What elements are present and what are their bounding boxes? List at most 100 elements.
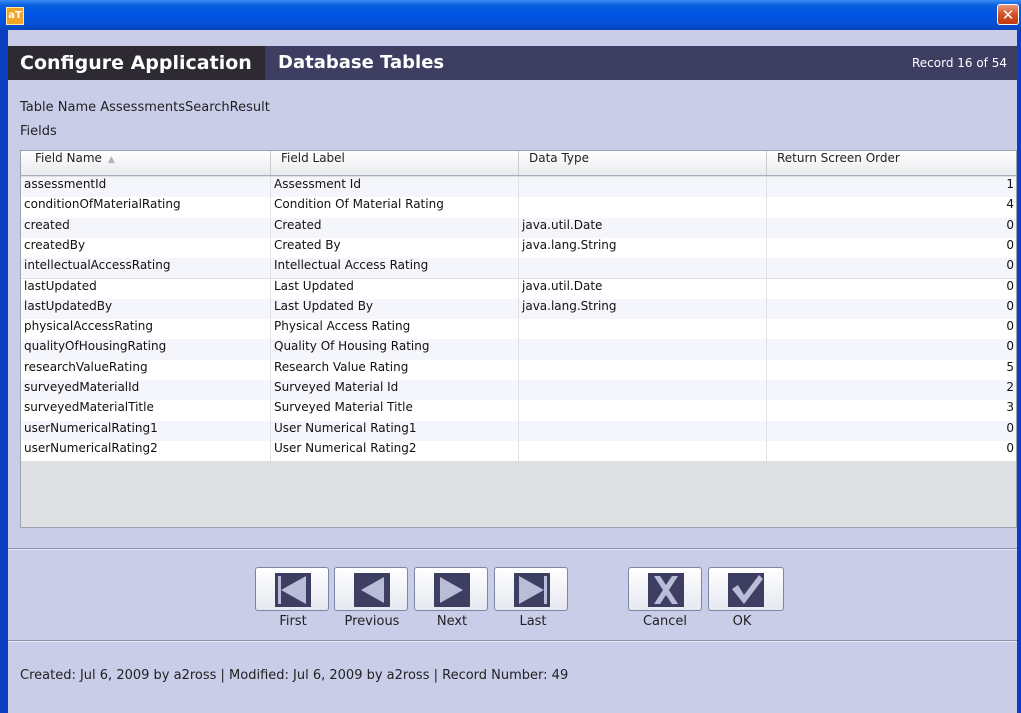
cancel-x-icon xyxy=(648,573,684,607)
cell-return-screen-order[interactable]: 0 xyxy=(767,319,1016,339)
grid-header: Field Name ▲ Field Label Data Type Return… xyxy=(21,151,1016,176)
table-row[interactable]: assessmentId Assessment Id 1 xyxy=(21,177,1016,198)
cell-field-label[interactable]: User Numerical Rating1 xyxy=(271,420,519,441)
cell-field-name[interactable]: created xyxy=(21,217,271,238)
cell-field-label[interactable]: Surveyed Material Id xyxy=(271,380,519,401)
cell-return-screen-order[interactable]: 5 xyxy=(767,360,1016,380)
cell-field-label[interactable]: User Numerical Rating2 xyxy=(271,440,519,462)
cell-field-name[interactable]: createdBy xyxy=(21,237,271,259)
table-row[interactable]: lastUpdatedBy Last Updated By java.lang.St… xyxy=(21,298,1016,320)
table-row[interactable]: surveyedMaterialTitle Surveyed Material T… xyxy=(21,400,1016,421)
cell-field-name[interactable]: researchValueRating xyxy=(21,359,271,380)
fields-grid[interactable]: Field Name ▲ Field Label Data Type Return… xyxy=(20,150,1017,528)
header-band: Configure Application Database Tables Re… xyxy=(8,46,1017,80)
cell-data-type[interactable] xyxy=(519,319,767,340)
table-row[interactable]: physicalAccessRating Physical Access Rati… xyxy=(21,319,1016,340)
app-icon: aT xyxy=(6,7,24,25)
cell-field-name[interactable]: lastUpdated xyxy=(21,278,271,299)
cell-field-name[interactable]: surveyedMaterialTitle xyxy=(21,400,271,421)
cell-field-name[interactable]: userNumericalRating2 xyxy=(21,440,271,462)
cell-field-label[interactable]: Last Updated By xyxy=(271,298,519,320)
cell-data-type[interactable] xyxy=(519,177,767,198)
table-row[interactable]: surveyedMaterialId Surveyed Material Id 2 xyxy=(21,380,1016,401)
cell-field-name[interactable]: lastUpdatedBy xyxy=(21,298,271,320)
table-row[interactable]: userNumericalRating2 User Numerical Ratin… xyxy=(21,440,1016,462)
cell-field-label[interactable]: Intellectual Access Rating xyxy=(271,258,519,279)
status-bar: Created: Jul 6, 2009 by a2ross | Modifie… xyxy=(20,668,569,683)
cell-field-name[interactable]: intellectualAccessRating xyxy=(21,258,271,279)
cell-return-screen-order[interactable]: 0 xyxy=(767,421,1016,441)
table-row[interactable]: conditionOfMaterialRating Condition Of Ma… xyxy=(21,197,1016,218)
last-button[interactable] xyxy=(494,567,568,611)
next-button[interactable] xyxy=(414,567,488,611)
last-button-label: Last xyxy=(519,614,547,629)
cell-data-type[interactable]: java.util.Date xyxy=(519,278,767,299)
cancel-button[interactable] xyxy=(628,567,702,611)
section-title: Database Tables xyxy=(278,52,445,73)
cell-data-type[interactable]: java.lang.String xyxy=(519,237,767,259)
cell-field-name[interactable]: surveyedMaterialId xyxy=(21,380,271,401)
ok-button[interactable] xyxy=(708,567,784,611)
cell-return-screen-order[interactable]: 0 xyxy=(767,339,1016,359)
cell-field-label[interactable]: Surveyed Material Title xyxy=(271,400,519,421)
fields-label: Fields xyxy=(20,124,57,139)
column-header-data-type[interactable]: Data Type xyxy=(519,151,767,175)
cell-data-type[interactable] xyxy=(519,440,767,462)
table-row[interactable]: qualityOfHousingRating Quality Of Housing… xyxy=(21,339,1016,360)
cell-return-screen-order[interactable]: 0 xyxy=(767,299,1016,319)
application-window: aT ✕ Configure Application Database Tabl… xyxy=(0,0,1021,713)
first-button[interactable] xyxy=(255,567,329,611)
cell-field-name[interactable]: physicalAccessRating xyxy=(21,319,271,340)
sort-ascending-icon: ▲ xyxy=(107,155,115,165)
table-row[interactable]: researchValueRating Research Value Rating… xyxy=(21,359,1016,380)
cell-data-type[interactable] xyxy=(519,420,767,441)
client-area: Configure Application Database Tables Re… xyxy=(8,30,1017,713)
cell-return-screen-order[interactable]: 1 xyxy=(767,177,1016,197)
cell-field-name[interactable]: userNumericalRating1 xyxy=(21,420,271,441)
cancel-button-label: Cancel xyxy=(642,614,688,629)
cell-return-screen-order[interactable]: 4 xyxy=(767,197,1016,217)
cell-return-screen-order[interactable]: 0 xyxy=(767,279,1016,299)
table-row[interactable]: lastUpdated Last Updated java.util.Date 0 xyxy=(21,278,1016,299)
cell-data-type[interactable] xyxy=(519,400,767,421)
table-row[interactable]: created Created java.util.Date 0 xyxy=(21,217,1016,238)
cell-return-screen-order[interactable]: 0 xyxy=(767,218,1016,238)
cell-field-label[interactable]: Created xyxy=(271,217,519,238)
cell-field-label[interactable]: Research Value Rating xyxy=(271,359,519,380)
cell-data-type[interactable]: java.util.Date xyxy=(519,217,767,238)
cell-field-label[interactable]: Condition Of Material Rating xyxy=(271,197,519,218)
column-header-return-screen-order[interactable]: Return Screen Order xyxy=(767,151,1016,175)
table-row[interactable]: createdBy Created By java.lang.String 0 xyxy=(21,237,1016,259)
cell-data-type[interactable] xyxy=(519,197,767,218)
cell-data-type[interactable] xyxy=(519,258,767,279)
separator xyxy=(8,641,1017,642)
cell-data-type[interactable]: java.lang.String xyxy=(519,298,767,320)
cell-return-screen-order[interactable]: 3 xyxy=(767,400,1016,420)
column-header-field-label[interactable]: Field Label xyxy=(271,151,519,175)
ok-button-label: OK xyxy=(732,614,752,629)
close-button[interactable]: ✕ xyxy=(997,4,1019,25)
cell-field-name[interactable]: assessmentId xyxy=(21,177,271,198)
previous-button[interactable] xyxy=(334,567,408,611)
cell-data-type[interactable] xyxy=(519,359,767,380)
cell-data-type[interactable] xyxy=(519,380,767,401)
first-record-icon xyxy=(275,573,311,607)
cell-return-screen-order[interactable]: 0 xyxy=(767,258,1016,278)
window-frame-right xyxy=(1017,30,1021,713)
separator xyxy=(8,549,1017,550)
table-row[interactable]: userNumericalRating1 User Numerical Ratin… xyxy=(21,420,1016,441)
cell-field-label[interactable]: Created By xyxy=(271,237,519,259)
cell-field-label[interactable]: Assessment Id xyxy=(271,177,519,198)
cell-field-name[interactable]: qualityOfHousingRating xyxy=(21,339,271,360)
cell-field-name[interactable]: conditionOfMaterialRating xyxy=(21,197,271,218)
title-bar[interactable]: aT ✕ xyxy=(0,0,1021,30)
cell-return-screen-order[interactable]: 0 xyxy=(767,238,1016,258)
cell-field-label[interactable]: Physical Access Rating xyxy=(271,319,519,340)
cell-field-label[interactable]: Quality Of Housing Rating xyxy=(271,339,519,360)
table-row[interactable]: intellectualAccessRating Intellectual Acc… xyxy=(21,258,1016,279)
cell-data-type[interactable] xyxy=(519,339,767,360)
cell-return-screen-order[interactable]: 2 xyxy=(767,380,1016,400)
cell-field-label[interactable]: Last Updated xyxy=(271,278,519,299)
column-header-field-name[interactable]: Field Name ▲ xyxy=(21,151,271,175)
cell-return-screen-order[interactable]: 0 xyxy=(767,441,1016,461)
